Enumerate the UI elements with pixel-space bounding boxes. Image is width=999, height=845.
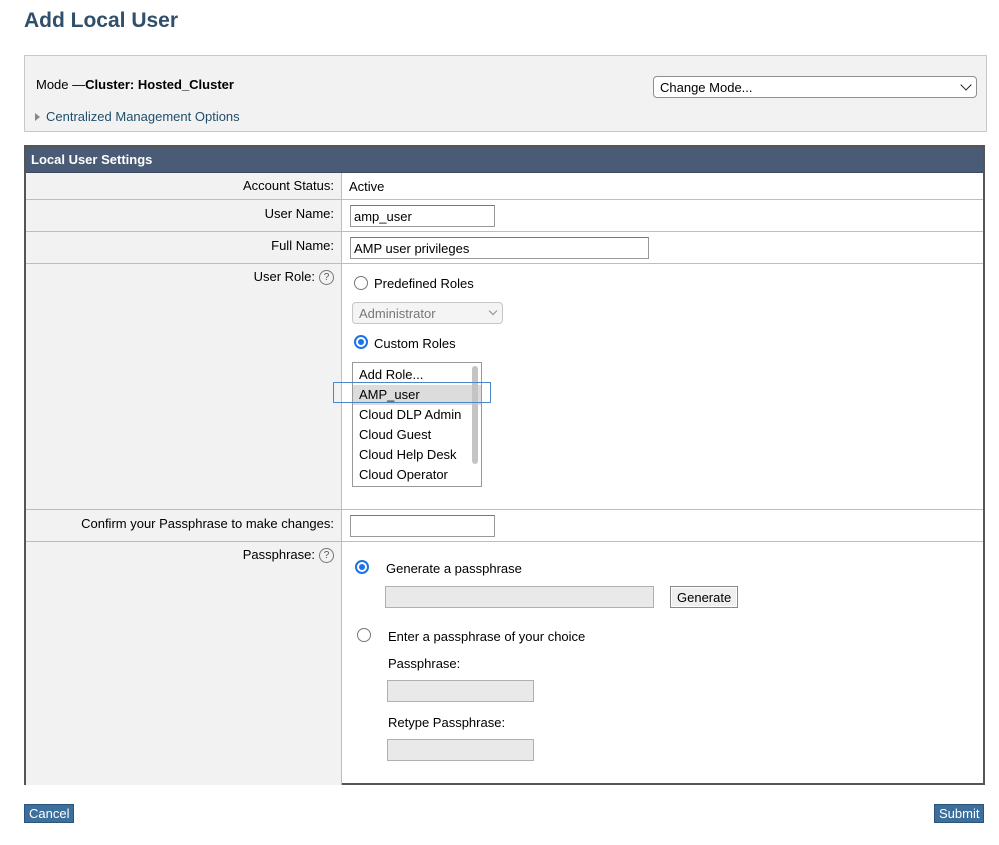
passphrase-row: Passphrase:? Generate a passphrase Gener… xyxy=(26,542,983,785)
user-role-label-cell: User Role:? xyxy=(26,264,342,509)
passphrase-label-cell: Passphrase:? xyxy=(26,542,342,785)
confirm-passphrase-label: Confirm your Passphrase to make changes: xyxy=(26,510,342,541)
custom-roles-listbox[interactable]: Add Role... AMP_user Cloud DLP Admin Clo… xyxy=(352,362,482,487)
full-name-label: Full Name: xyxy=(26,232,342,263)
chevron-down-icon xyxy=(488,306,498,316)
user-name-label: User Name: xyxy=(26,200,342,231)
local-user-settings-table: Local User Settings Account Status: Acti… xyxy=(24,145,985,785)
user-role-label: User Role: xyxy=(253,269,315,284)
custom-role-option[interactable]: Cloud Guest xyxy=(353,425,481,445)
generated-passphrase-field xyxy=(385,586,654,608)
predefined-roles-radio[interactable] xyxy=(354,276,368,290)
retype-passphrase-input[interactable] xyxy=(387,739,534,761)
page-title: Add Local User xyxy=(24,9,179,32)
custom-role-option[interactable]: Cloud Help Desk xyxy=(353,445,481,465)
passphrase-label: Passphrase: xyxy=(242,547,315,562)
centralized-management-label: Centralized Management Options xyxy=(46,109,240,124)
account-status-value: Active xyxy=(349,179,385,194)
custom-role-option[interactable]: Cloud Operator xyxy=(353,465,481,485)
mode-indicator: Mode —Cluster: Hosted_Cluster xyxy=(36,77,234,92)
confirm-passphrase-row: Confirm your Passphrase to make changes: xyxy=(26,510,983,542)
user-name-row: User Name: xyxy=(26,200,983,232)
custom-role-option[interactable]: Cloud DLP Admin xyxy=(353,405,481,425)
full-name-row: Full Name: xyxy=(26,232,983,264)
mode-panel: Mode —Cluster: Hosted_Cluster Change Mod… xyxy=(24,55,987,132)
user-name-input[interactable] xyxy=(350,205,495,227)
predefined-roles-value: Administrator xyxy=(359,305,436,321)
submit-button[interactable]: Submit xyxy=(934,804,985,823)
help-icon[interactable]: ? xyxy=(319,548,334,564)
custom-roles-label: Custom Roles xyxy=(374,336,456,351)
full-name-input[interactable] xyxy=(350,237,649,259)
change-mode-select[interactable]: Change Mode... xyxy=(653,76,977,98)
account-status-label: Account Status: xyxy=(26,173,342,199)
selection-highlight xyxy=(333,382,491,403)
mode-prefix: Mode — xyxy=(36,77,86,92)
retype-passphrase-label: Retype Passphrase: xyxy=(388,715,506,730)
centralized-management-toggle[interactable]: Centralized Management Options xyxy=(35,109,240,124)
generate-passphrase-label: Generate a passphrase xyxy=(386,561,522,576)
generate-button[interactable]: Generate xyxy=(670,586,739,608)
listbox-scrollbar[interactable] xyxy=(472,366,478,464)
mode-value: Cluster: Hosted_Cluster xyxy=(85,77,234,92)
account-status-row: Account Status: Active xyxy=(26,173,983,200)
disclosure-triangle-icon xyxy=(35,112,40,121)
settings-header: Local User Settings xyxy=(26,147,983,173)
custom-passphrase-radio[interactable] xyxy=(357,628,371,642)
generate-passphrase-radio[interactable] xyxy=(355,560,369,574)
confirm-passphrase-input[interactable] xyxy=(350,515,495,537)
chevron-down-icon xyxy=(960,79,972,91)
user-role-row: User Role:? Predefined Roles Administrat… xyxy=(26,264,983,510)
change-mode-label: Change Mode... xyxy=(660,79,753,95)
passphrase-input[interactable] xyxy=(387,680,534,702)
cancel-button[interactable]: Cancel xyxy=(24,804,75,823)
custom-roles-radio[interactable] xyxy=(354,335,368,349)
passphrase-field-label: Passphrase: xyxy=(388,656,461,671)
custom-passphrase-label: Enter a passphrase of your choice xyxy=(388,629,586,644)
help-icon[interactable]: ? xyxy=(319,270,334,286)
predefined-roles-select[interactable]: Administrator xyxy=(352,302,503,324)
predefined-roles-label: Predefined Roles xyxy=(374,276,474,291)
